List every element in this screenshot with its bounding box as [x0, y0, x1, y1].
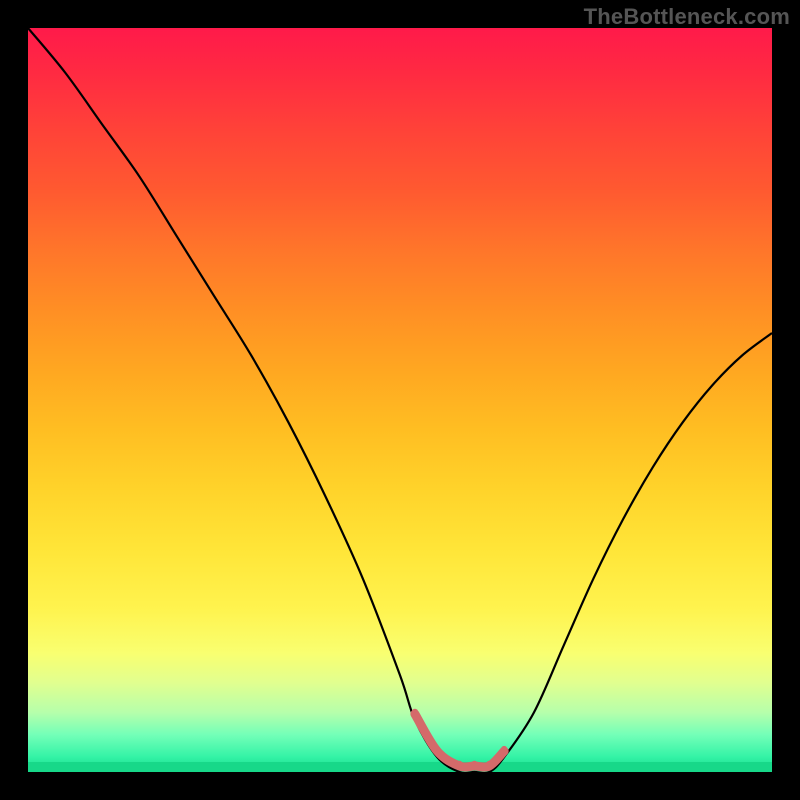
watermark-text: TheBottleneck.com: [584, 4, 790, 30]
valley-accent: [28, 28, 772, 772]
plot-area: [28, 28, 772, 772]
chart-frame: TheBottleneck.com: [0, 0, 800, 800]
